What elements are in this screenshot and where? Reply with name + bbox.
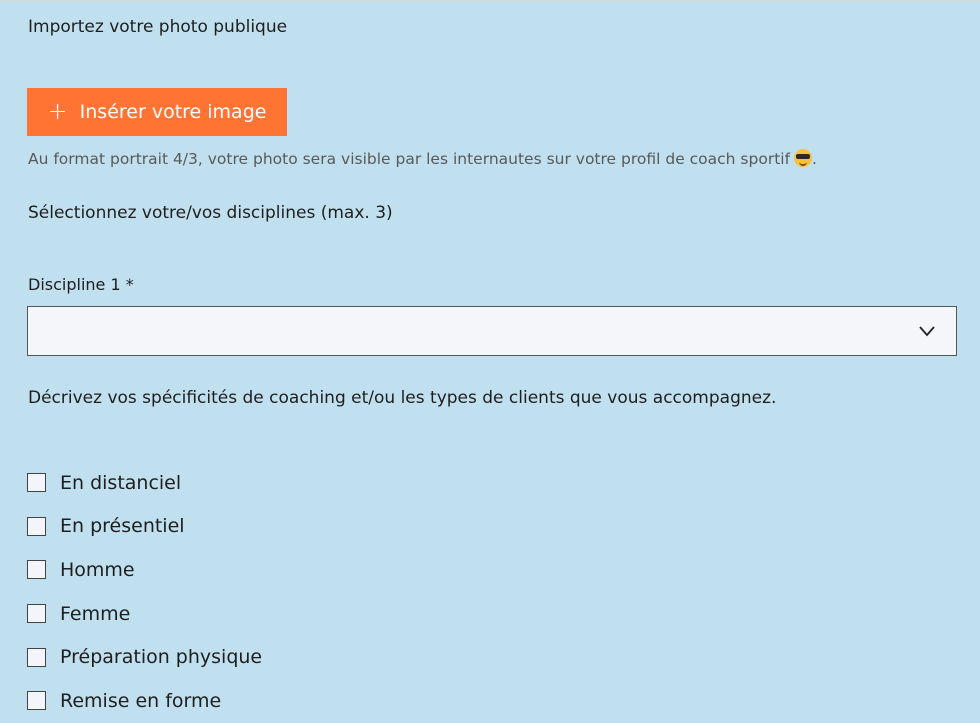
checkbox-label: En présentiel (60, 515, 185, 538)
checkbox-option-homme[interactable]: Homme (27, 548, 262, 592)
plus-icon: + (47, 97, 68, 125)
photo-help-text: Au format portrait 4/3, votre photo sera… (28, 149, 817, 168)
checkbox[interactable] (27, 560, 46, 580)
photo-help-suffix: . (812, 150, 817, 168)
discipline-1-select[interactable] (27, 306, 957, 356)
specifics-checklist: En distanciel En présentiel Homme Femme … (27, 461, 262, 723)
checkbox-label: En distanciel (60, 471, 182, 494)
specifics-section-label: Décrivez vos spécificités de coaching et… (28, 388, 777, 408)
checkbox-label: Remise en forme (60, 689, 222, 712)
checkbox-label: Préparation physique (60, 646, 263, 669)
checkbox[interactable] (27, 473, 46, 493)
checkbox-option-presentiel[interactable]: En présentiel (27, 505, 262, 549)
chevron-down-icon (919, 326, 935, 337)
checkbox-label: Homme (60, 558, 135, 581)
checkbox-option-remise-en-forme[interactable]: Remise en forme (27, 679, 262, 723)
checkbox[interactable] (27, 516, 46, 536)
checkbox-option-distanciel[interactable]: En distanciel (27, 461, 262, 505)
disciplines-section-label: Sélectionnez votre/vos disciplines (max.… (28, 203, 393, 223)
photo-help-text-body: Au format portrait 4/3, votre photo sera… (28, 150, 791, 168)
sunglasses-emoji-icon (794, 149, 813, 167)
photo-section-label: Importez votre photo publique (28, 17, 288, 37)
discipline-1-label: Discipline 1 * (28, 275, 134, 294)
checkbox[interactable] (27, 604, 46, 624)
checkbox-option-preparation-physique[interactable]: Préparation physique (27, 635, 262, 679)
insert-image-button[interactable]: + Insérer votre image (27, 88, 287, 136)
checkbox[interactable] (27, 691, 46, 711)
checkbox-label: Femme (60, 602, 131, 625)
insert-image-button-label: Insérer votre image (79, 101, 267, 123)
checkbox-option-femme[interactable]: Femme (27, 592, 262, 636)
checkbox[interactable] (27, 647, 46, 667)
